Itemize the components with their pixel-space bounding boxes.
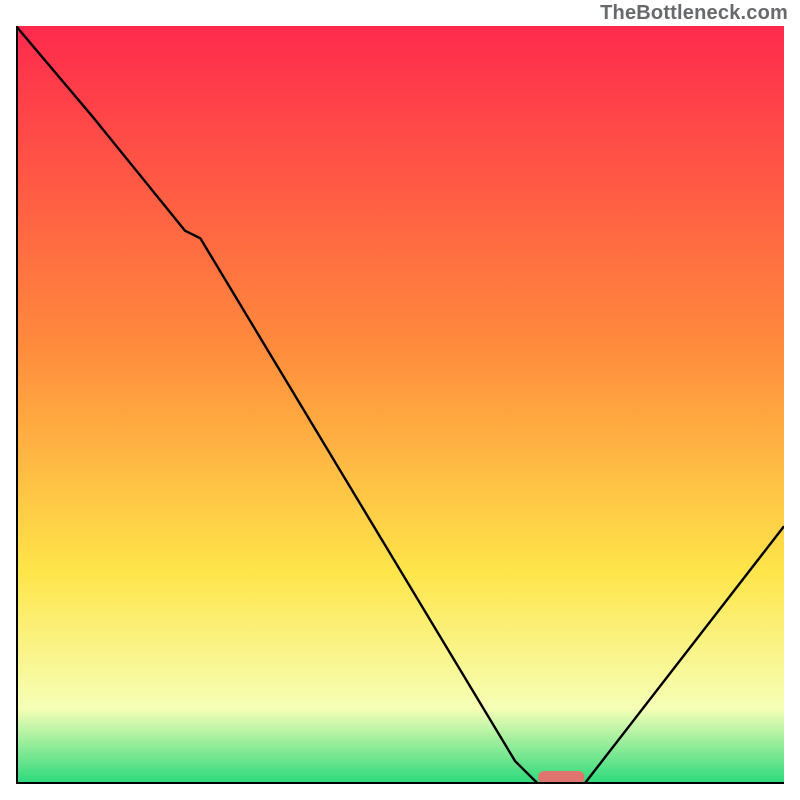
chart-container: TheBottleneck.com bbox=[0, 0, 800, 800]
gradient-background bbox=[16, 26, 784, 784]
watermark-text: TheBottleneck.com bbox=[600, 2, 788, 25]
bottleneck-plot bbox=[16, 26, 784, 784]
plot-svg bbox=[16, 26, 784, 784]
